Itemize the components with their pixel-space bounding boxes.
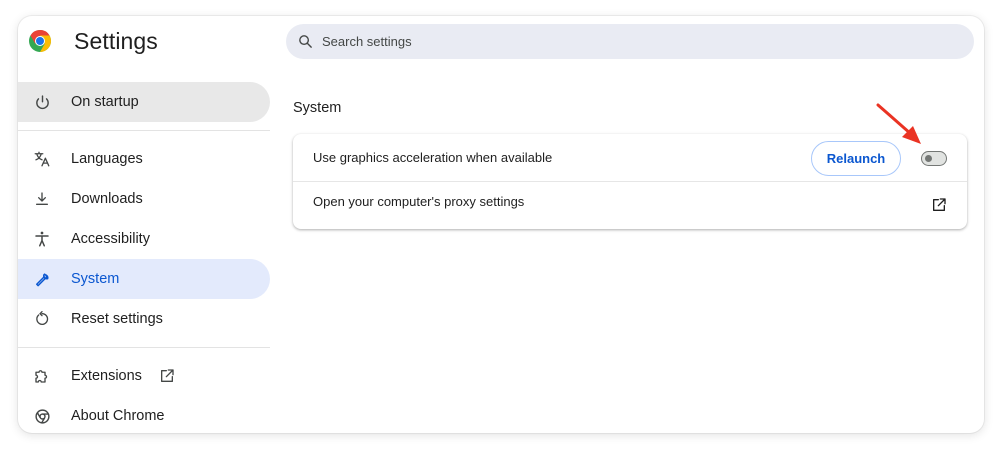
section-title: System bbox=[293, 100, 342, 116]
sidebar-item-about-chrome[interactable]: About Chrome bbox=[18, 396, 270, 433]
toggle-knob bbox=[925, 155, 932, 162]
graphics-acceleration-toggle[interactable] bbox=[921, 151, 947, 166]
sidebar-item-label: Extensions bbox=[71, 368, 142, 384]
sidebar-item-reset-settings[interactable]: Reset settings bbox=[18, 299, 270, 339]
sidebar-item-label: System bbox=[71, 271, 120, 287]
wrench-icon bbox=[33, 270, 51, 288]
search-input[interactable] bbox=[322, 34, 922, 49]
sidebar-item-downloads[interactable]: Downloads bbox=[18, 179, 270, 219]
sidebar-item-label: About Chrome bbox=[71, 408, 165, 424]
chrome-logo-icon bbox=[29, 30, 51, 52]
download-icon bbox=[33, 190, 51, 208]
annotation-arrow-icon bbox=[876, 103, 921, 144]
sidebar-item-label: On startup bbox=[71, 94, 139, 110]
accessibility-icon bbox=[33, 230, 51, 248]
reset-icon bbox=[33, 310, 51, 328]
proxy-settings-row[interactable]: Open your computer's proxy settings bbox=[293, 182, 967, 229]
open-in-new-icon bbox=[159, 368, 175, 384]
proxy-settings-label: Open your computer's proxy settings bbox=[313, 194, 525, 209]
sidebar-item-label: Languages bbox=[71, 151, 143, 167]
sidebar-item-accessibility[interactable]: Accessibility bbox=[18, 219, 270, 259]
chrome-icon bbox=[33, 407, 51, 425]
sidebar-item-on-startup[interactable]: On startup bbox=[18, 82, 270, 122]
sidebar-item-label: Downloads bbox=[71, 191, 143, 207]
sidebar-item-extensions[interactable]: Extensions bbox=[18, 356, 270, 396]
sidebar-item-system[interactable]: System bbox=[18, 259, 270, 299]
graphics-acceleration-label: Use graphics acceleration when available bbox=[313, 150, 553, 165]
sidebar-item-label: Reset settings bbox=[71, 311, 163, 327]
power-icon bbox=[33, 93, 51, 111]
open-in-new-icon[interactable] bbox=[931, 197, 947, 213]
search-bar[interactable] bbox=[286, 24, 974, 59]
system-settings-card: Use graphics acceleration when available… bbox=[293, 134, 967, 229]
translate-icon bbox=[33, 150, 51, 168]
puzzle-icon bbox=[33, 367, 51, 385]
sidebar-divider bbox=[18, 130, 270, 131]
search-icon bbox=[299, 35, 312, 48]
sidebar-item-languages[interactable]: Languages bbox=[18, 139, 270, 179]
sidebar-divider bbox=[18, 347, 270, 348]
settings-window: Settings On startup Languages Downlo bbox=[18, 16, 984, 433]
sidebar-nav: On startup Languages Downloads Accessibi… bbox=[18, 82, 272, 433]
graphics-acceleration-row: Use graphics acceleration when available… bbox=[293, 134, 967, 182]
app-title: Settings bbox=[74, 28, 158, 54]
sidebar-item-label: Accessibility bbox=[71, 231, 150, 247]
